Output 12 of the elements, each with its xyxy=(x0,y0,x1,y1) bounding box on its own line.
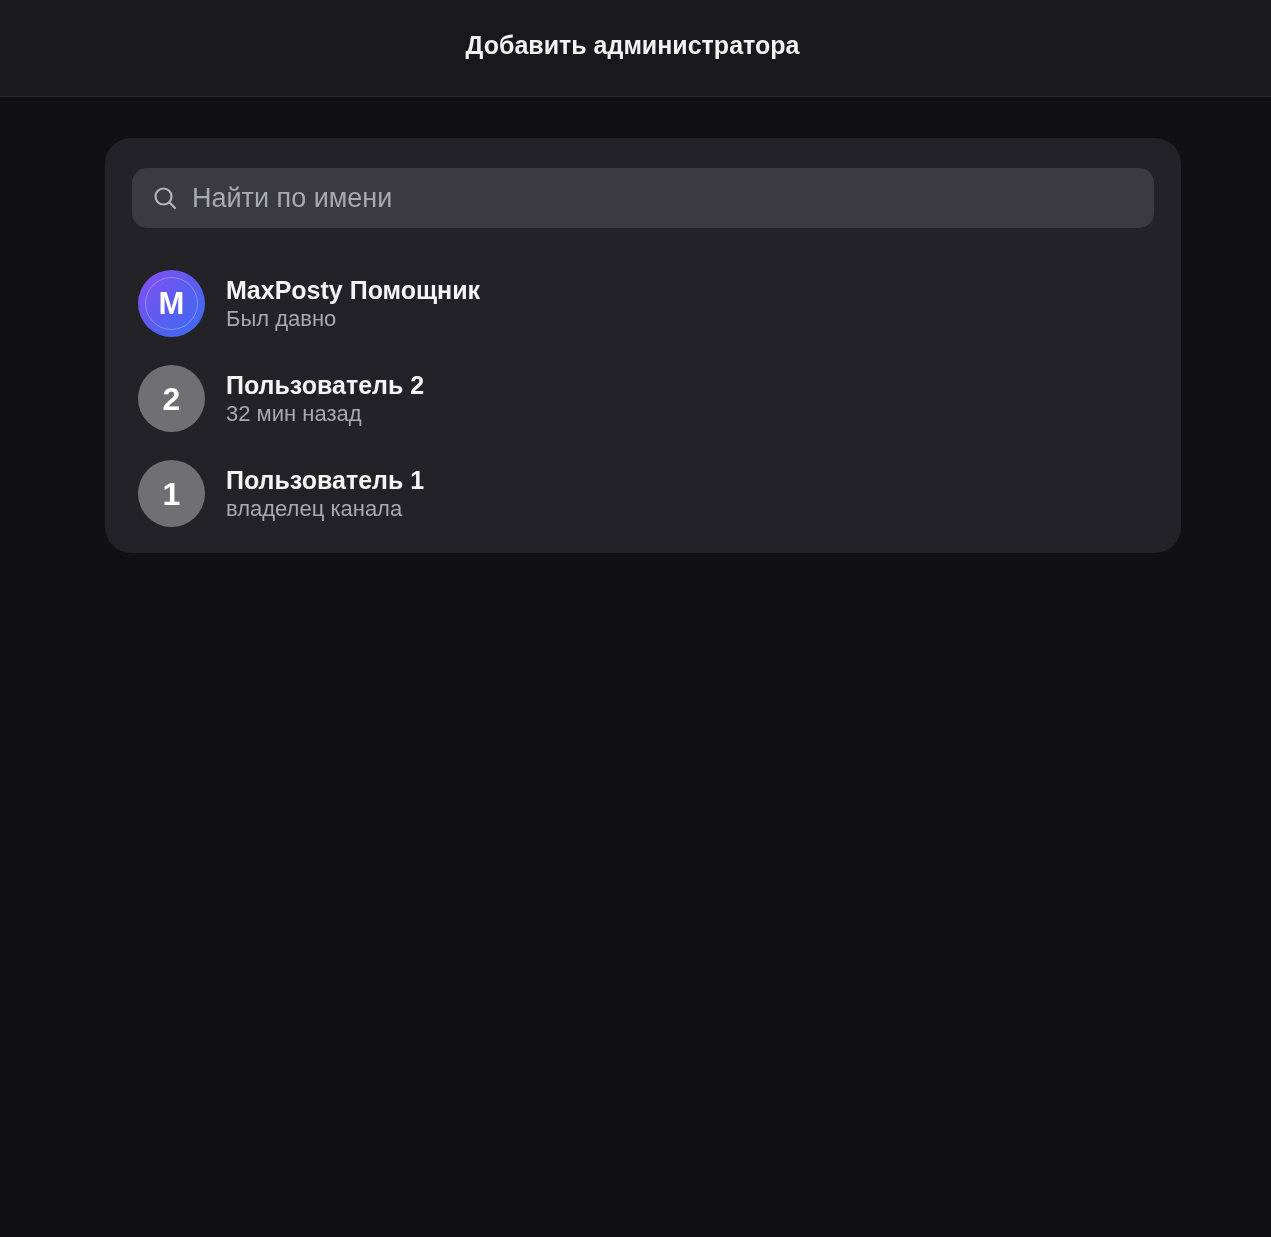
search-icon xyxy=(153,186,177,210)
avatar: M xyxy=(138,270,205,337)
contact-status: 32 мин назад xyxy=(226,401,363,426)
contact-name: Пользователь 1 xyxy=(226,466,425,494)
avatar: 1 xyxy=(138,460,205,527)
search-field[interactable]: Найти по имени xyxy=(132,168,1154,228)
avatar: 2 xyxy=(138,365,205,432)
page-title: Добавить администратора xyxy=(465,30,801,60)
contact-name: Пользователь 2 xyxy=(226,371,425,399)
contact-status: Был давно xyxy=(226,306,338,331)
contact-name: MaxPosty Помощник xyxy=(226,276,481,304)
contact-status: владелец канала xyxy=(226,496,404,521)
